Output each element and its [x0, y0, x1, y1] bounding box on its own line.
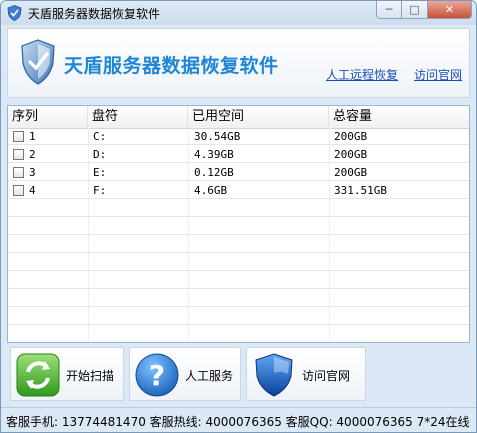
header-banner: 天盾服务器数据恢复软件 人工远程恢复 访问官网	[7, 28, 470, 98]
row-index: 3	[29, 166, 36, 179]
app-title: 天盾服务器数据恢复软件	[64, 55, 279, 77]
shield-logo-icon	[21, 39, 55, 85]
app-window: 天盾服务器数据恢复软件 ─ □ ✕ 天盾服务器数据恢复软件 人工远程恢复 访问官…	[0, 0, 477, 433]
row-drive: D:	[93, 148, 107, 161]
drive-table: 序列 盘符 已用空间 总容量 1 C: 30.54GB 200GB 2 D: 4…	[7, 105, 470, 343]
start-scan-button[interactable]: 开始扫描	[10, 347, 124, 401]
manual-service-button[interactable]: ? 人工服务	[129, 347, 241, 401]
refresh-icon	[16, 353, 60, 397]
window-title: 天盾服务器数据恢复软件	[28, 7, 161, 21]
row-total: 200GB	[334, 148, 368, 161]
row-checkbox[interactable]	[13, 131, 24, 142]
row-index: 4	[29, 184, 36, 197]
row-used: 4.6GB	[194, 184, 228, 197]
table-row[interactable]: 2 D: 4.39GB 200GB	[8, 147, 469, 163]
row-drive: C:	[93, 130, 107, 143]
official-site-link[interactable]: 访问官网	[414, 66, 462, 83]
shield-icon	[7, 5, 22, 21]
visit-site-label: 访问官网	[302, 369, 351, 383]
row-total: 331.51GB	[334, 184, 387, 197]
shield-icon	[255, 353, 293, 397]
row-used: 4.39GB	[194, 148, 234, 161]
row-index: 1	[29, 130, 36, 143]
action-bar: 开始扫描 ? 人工服务 访问官网	[7, 347, 470, 405]
close-button[interactable]: ✕	[428, 1, 472, 19]
row-drive: F:	[93, 184, 107, 197]
manual-service-label: 人工服务	[185, 369, 234, 383]
table-row[interactable]: 3 E: 0.12GB 200GB	[8, 165, 469, 181]
start-scan-label: 开始扫描	[66, 369, 115, 383]
row-checkbox[interactable]	[13, 149, 24, 160]
column-header-drive[interactable]: 盘符	[88, 106, 188, 128]
empty-row	[8, 237, 469, 253]
remote-recovery-link[interactable]: 人工远程恢复	[326, 66, 398, 83]
empty-row	[8, 309, 469, 325]
column-header-index[interactable]: 序列	[8, 106, 88, 128]
column-header-used[interactable]: 已用空间	[188, 106, 329, 128]
table-row[interactable]: 4 F: 4.6GB 331.51GB	[8, 183, 469, 199]
svg-text:?: ?	[149, 359, 165, 392]
empty-row	[8, 255, 469, 271]
title-bar[interactable]: 天盾服务器数据恢复软件 ─ □ ✕	[1, 1, 476, 25]
row-total: 200GB	[334, 130, 368, 143]
row-index: 2	[29, 148, 36, 161]
column-header-total[interactable]: 总容量	[329, 106, 469, 128]
contact-info: 客服手机: 13774481470 客服热线: 4000076365 客服QQ:…	[6, 415, 470, 429]
status-bar: 客服手机: 13774481470 客服热线: 4000076365 客服QQ:…	[1, 407, 476, 432]
row-used: 30.54GB	[194, 130, 241, 143]
row-checkbox[interactable]	[13, 167, 24, 178]
visit-site-button[interactable]: 访问官网	[246, 347, 366, 401]
window-controls: ─ □ ✕	[376, 1, 472, 19]
empty-row	[8, 219, 469, 235]
minimize-button[interactable]: ─	[376, 1, 402, 19]
table-row[interactable]: 1 C: 30.54GB 200GB	[8, 129, 469, 145]
maximize-button[interactable]: □	[402, 1, 428, 19]
table-header: 序列 盘符 已用空间 总容量	[8, 106, 469, 129]
empty-row	[8, 201, 469, 217]
empty-row	[8, 291, 469, 307]
empty-row	[8, 273, 469, 289]
row-used: 0.12GB	[194, 166, 234, 179]
row-checkbox[interactable]	[13, 185, 24, 196]
row-total: 200GB	[334, 166, 368, 179]
question-icon: ?	[135, 353, 179, 397]
row-drive: E:	[93, 166, 107, 179]
